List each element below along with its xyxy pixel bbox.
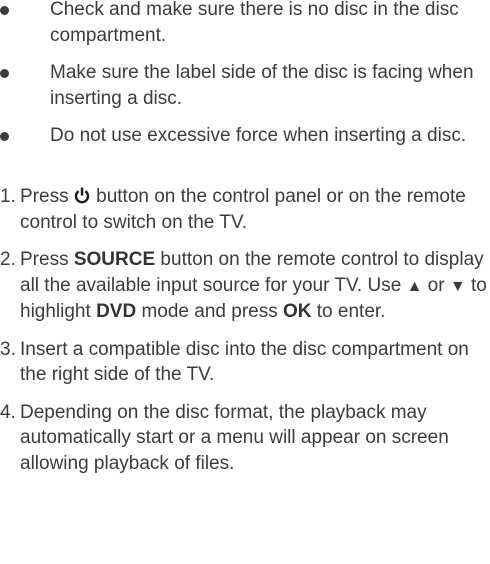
list-item: Do not use excessive force when insertin… xyxy=(0,123,490,149)
step-text: Press button on the control panel or on … xyxy=(20,186,466,233)
step-text-segment: or xyxy=(422,274,450,296)
bullet-text: Do not use excessive force when insertin… xyxy=(50,125,467,146)
step-text-segment: Press xyxy=(20,249,74,270)
step-item: 2. Press SOURCE button on the remote con… xyxy=(0,247,490,325)
step-item: 3. Insert a compatible disc into the dis… xyxy=(0,337,490,388)
instruction-page: Check and make sure there is no disc in … xyxy=(0,0,490,564)
bullet-dot-icon xyxy=(0,6,9,15)
step-number: 2. xyxy=(0,249,16,270)
bullet-text: Make sure the label side of the disc is … xyxy=(50,62,474,109)
power-icon xyxy=(74,187,90,204)
step-number: 3. xyxy=(0,338,16,360)
down-arrow-icon: ▼ xyxy=(449,277,466,295)
source-key-label: SOURCE xyxy=(73,249,156,270)
step-item: 4. Depending on the disc format, the pla… xyxy=(0,400,490,477)
bullet-text: Check and make sure there is no disc in … xyxy=(50,0,459,46)
step-list: 1. Press button on the control panel or … xyxy=(0,184,490,488)
step-text-segment: mode and press xyxy=(136,301,283,322)
step-item: 1. Press button on the control panel or … xyxy=(0,184,490,235)
dvd-key-label: DVD xyxy=(96,301,137,322)
list-item: Make sure the label side of the disc is … xyxy=(0,60,490,111)
list-item: Check and make sure there is no disc in … xyxy=(0,0,490,48)
bullet-dot-icon xyxy=(0,69,9,78)
step-text: Insert a compatible disc into the disc c… xyxy=(20,338,469,386)
ok-key-label: OK xyxy=(283,301,312,322)
step-text: Depending on the disc format, the playba… xyxy=(20,401,449,474)
bullet-dot-icon xyxy=(0,132,9,141)
step-text-segment: to enter. xyxy=(311,301,386,322)
step-text-segment: Press xyxy=(20,186,69,207)
step-text: Press SOURCE button on the remote contro… xyxy=(20,249,487,322)
precaution-list: Check and make sure there is no disc in … xyxy=(0,0,490,161)
up-arrow-icon: ▲ xyxy=(406,277,423,295)
step-number: 1. xyxy=(0,186,16,207)
step-number: 4. xyxy=(0,401,16,423)
